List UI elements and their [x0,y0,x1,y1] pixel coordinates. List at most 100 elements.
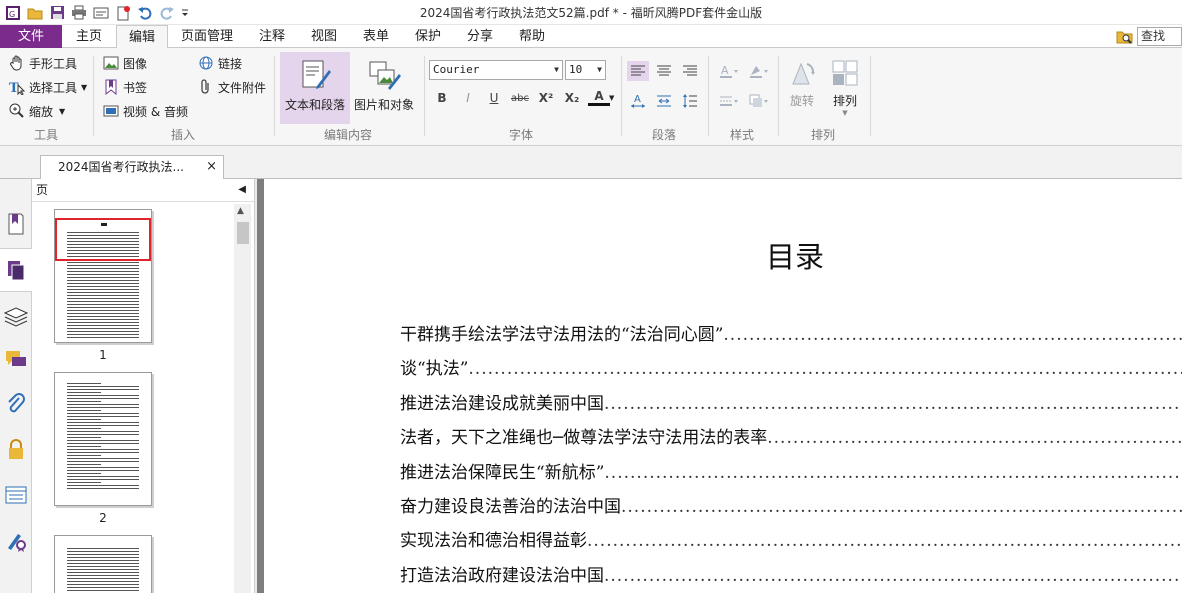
zoom-button[interactable]: 缩放 ▼ [8,101,65,121]
superscript-button[interactable]: X² [535,88,557,108]
thumbnail-line [67,488,139,489]
toc-entry[interactable]: 法者，天下之准绳也─做尊法学法守法用法的表率..................… [400,423,1182,447]
shadow-button[interactable] [746,91,772,111]
font-family-select[interactable]: Courier ▼ [429,60,563,80]
thumbnail-line [67,473,101,474]
separator [708,56,709,136]
toc-leader-dots: ........................................… [604,462,1182,482]
hand-tool-button[interactable]: 手形工具 [8,53,77,73]
insert-attachment-button[interactable]: 文件附件 [197,77,266,97]
insert-attachment-label: 文件附件 [218,80,267,95]
menu-bar: 文件 主页 编辑 页面管理 注释 视图 表单 保护 分享 帮助 查找 [0,25,1182,49]
attachments-panel-icon[interactable] [3,391,29,417]
search-input[interactable]: 查找 [1137,27,1182,46]
bold-button[interactable]: B [431,88,453,108]
arrange-group-label: 排列 [810,128,835,142]
comments-panel-icon[interactable] [3,347,29,373]
thumbnail-line [67,425,139,426]
font-size-select[interactable]: 10 ▼ [565,60,606,80]
ribbon: 手形工具 T 选择工具 ▼ 缩放 ▼ 工具 图像 书签 视频 & 音频 链接 文… [0,48,1182,146]
toc-entry[interactable]: 奋力建设良法善治的法治中国...........................… [400,492,1182,516]
thumbnail-line [67,310,139,311]
align-center-button[interactable] [653,61,675,81]
bookmarks-panel-icon[interactable] [3,211,29,237]
svg-text:A: A [721,64,729,77]
page-thumbnail-2[interactable] [54,372,152,506]
tab-file[interactable]: 文件 [0,25,62,48]
document-tab-strip: 2024国省考行政执法... × [0,146,1182,179]
thumbnail-scrollbar[interactable]: ▲ [234,204,251,593]
toc-entry-title: 实现法治和德治相得益彰 [400,531,587,551]
pages-panel-icon[interactable] [0,248,32,292]
signature-panel-icon[interactable] [3,528,29,554]
insert-video-button[interactable]: 视频 & 音频 [102,101,188,121]
align-left-button[interactable] [627,61,649,81]
toc-entry[interactable]: 谈“执法”...................................… [400,354,1182,378]
toc-entry[interactable]: 打造法治政府建设法治中国............................… [400,561,1182,585]
font-color-button[interactable]: A [588,88,610,106]
page-thumbnail-3[interactable] [54,535,152,593]
rotate-button[interactable]: 旋转 [784,52,820,124]
underline-button[interactable]: U [483,88,505,108]
separator [778,56,779,136]
shadow-icon [749,94,768,107]
tab-view[interactable]: 视图 [298,25,350,48]
document-view[interactable]: 目录 干群携手绘法学法守法用法的“法治同心圆”.................… [264,179,1182,593]
italic-button[interactable]: I [457,88,479,108]
thumbnail-line [67,437,101,438]
line-style-button[interactable] [716,91,742,111]
page-thumbnail-1[interactable] [54,209,152,343]
content-panel-icon[interactable] [3,482,29,508]
zoom-dropdown-icon[interactable]: ▼ [59,107,65,116]
tab-page-management[interactable]: 页面管理 [168,25,246,48]
insert-link-button[interactable]: 链接 [197,53,242,73]
select-tool-button[interactable]: T 选择工具 ▼ [8,77,87,97]
thumbnail-line [67,262,139,263]
tab-help[interactable]: 帮助 [506,25,558,48]
tab-home[interactable]: 主页 [62,25,116,48]
scrollbar-thumb[interactable] [237,222,249,244]
toc-leader-dots: ........................................… [468,359,1182,379]
document-tab[interactable]: 2024国省考行政执法... × [40,155,224,179]
toc-entry[interactable]: 推进法治保障民生“新航标”...........................… [400,458,1182,482]
edit-image-object-button[interactable]: 图片和对象 [352,52,416,124]
thumbnail-line [67,584,139,585]
layers-panel-icon[interactable] [3,304,29,330]
search-folder-icon[interactable] [1116,28,1133,45]
thumbnail-line [67,401,101,402]
subscript-button[interactable]: X₂ [561,88,583,108]
security-lock-icon[interactable] [3,437,29,463]
word-spacing-button[interactable] [653,91,675,111]
strikethrough-button[interactable]: abc [509,88,531,108]
insert-image-button[interactable]: 图像 [102,53,147,73]
edit-text-paragraph-button[interactable]: 文本和段落 [280,52,350,124]
thumbnail-line [67,398,139,399]
arrange-icon [832,60,858,86]
tab-protect[interactable]: 保护 [402,25,454,48]
toc-entry-title: 打造法治政府建设法治中国 [400,565,604,585]
scroll-up-icon[interactable]: ▲ [237,206,244,216]
toc-entry[interactable]: 推进法治建设成就美丽中国............................… [400,389,1182,413]
panel-header: 页 ◀ [32,179,254,202]
char-spacing-button[interactable]: A [627,91,649,111]
arrange-button[interactable]: 排列 ▼ [826,52,864,124]
select-tool-dropdown-icon[interactable]: ▼ [81,83,87,92]
select-tool-label: 选择工具 [29,80,78,95]
viewport-highlight-box[interactable] [55,218,151,261]
toc-entry[interactable]: 干群携手绘法学法守法用法的“法治同心圆”....................… [400,320,1182,344]
toc-entry[interactable]: 实现法治和德治相得益彰.............................… [400,526,1182,550]
insert-bookmark-button[interactable]: 书签 [102,77,147,97]
thumbnail-line [67,440,139,441]
collapse-panel-icon[interactable]: ◀ [238,179,246,201]
align-right-button[interactable] [679,61,701,81]
line-spacing-button[interactable] [679,91,701,111]
close-icon[interactable]: × [206,156,217,178]
document-edge-bar [257,179,264,593]
tab-edit[interactable]: 编辑 [116,25,168,49]
text-fill-button[interactable]: A [716,61,742,81]
tab-share[interactable]: 分享 [454,25,506,48]
font-color-dropdown-icon[interactable]: ▼ [609,94,614,102]
tab-form[interactable]: 表单 [350,25,402,48]
tab-comment[interactable]: 注释 [246,25,298,48]
text-stroke-button[interactable] [746,61,772,81]
